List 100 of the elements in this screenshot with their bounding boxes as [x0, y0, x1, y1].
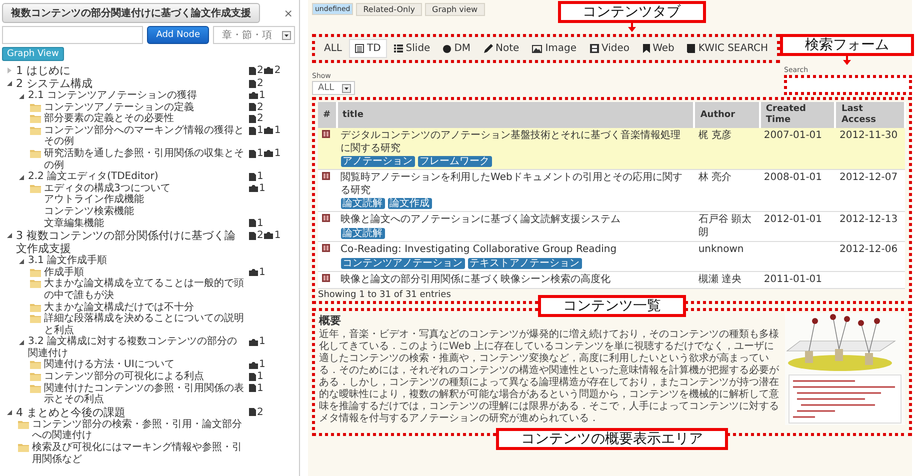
content-tab[interactable]: Web [636, 39, 680, 58]
document-count: 2 [257, 406, 264, 419]
tag-label: アノテーション [340, 156, 415, 167]
tree-item[interactable]: 関連付ける方法・UIについて [44, 359, 246, 372]
expand-arrow-icon[interactable] [18, 258, 25, 266]
content-tab[interactable]: Slide [388, 39, 436, 58]
tree-item[interactable]: 大まかな論文構成だけでは不十分 [44, 302, 246, 314]
content-title[interactable]: Co-Reading: Investigating Collaborative Group Reading [340, 244, 690, 256]
expand-arrow-icon[interactable] [18, 174, 25, 182]
date-cell: 2007-01-01 [764, 130, 822, 141]
camera-icon [264, 127, 274, 134]
expand-arrow-icon[interactable] [6, 408, 13, 416]
tree-item[interactable]: 詳細な段落構成を決めることについての説明と利点 [44, 313, 246, 336]
view-tab[interactable]: Graph view [425, 3, 485, 16]
tag-label: 論文読解 [340, 198, 385, 209]
entries-info: Showing 1 to 31 of 31 entries [318, 290, 452, 300]
photo-count: 1 [259, 266, 266, 278]
document-icon [354, 44, 364, 53]
content-tab[interactable]: TD [348, 39, 387, 58]
photo-count: 1 [259, 359, 266, 372]
date-cell: 2012-11-30 [839, 130, 898, 141]
content-tab[interactable]: Image [526, 39, 583, 58]
dropdown-icon [282, 30, 291, 40]
tree-item[interactable]: 2.2 論文エディタ(TDEditor) [28, 171, 246, 183]
document-count: 2 [257, 77, 264, 90]
folder-icon [30, 360, 41, 370]
tree-item[interactable]: 検索及び可視化にはマーキング情報や参照・引用関係など [32, 442, 246, 466]
node-input-field[interactable] [2, 26, 144, 44]
expand-arrow-icon[interactable] [6, 80, 13, 87]
tree-item[interactable]: コンテンツアノテーションの定義 [44, 102, 246, 114]
view-tab[interactable]: Related-Only [356, 3, 422, 16]
tag-label: テキストアノテーション [468, 258, 582, 268]
tree-item[interactable]: 3 複数コンテンツの部分関係付けに基づく論文作成支援 [16, 229, 246, 256]
document-icon [249, 150, 256, 158]
book-icon [322, 130, 330, 138]
date-cell: 2012-12-07 [839, 172, 898, 183]
tree-item[interactable]: 関連付けたコンテンツの参照・引用関係の表示とその利点 [44, 382, 246, 406]
search-field[interactable] [784, 75, 912, 95]
expand-arrow-icon[interactable] [18, 339, 25, 346]
tree-item[interactable]: 2.1 コンテンツアノテーションの獲得 [28, 90, 246, 102]
tree-item[interactable]: 作成手順 [44, 266, 246, 278]
folder-icon [30, 114, 41, 124]
summary-heading: 概要 [319, 313, 342, 328]
tree-item[interactable]: 1 はじめに [16, 64, 246, 77]
close-button[interactable]: × [282, 6, 295, 20]
content-tab[interactable]: Note [478, 39, 526, 58]
tree-item[interactable]: エディタの構成3つについて [44, 182, 246, 194]
folder-icon [30, 102, 41, 112]
camera-icon [249, 362, 258, 369]
expand-arrow-icon[interactable] [6, 232, 13, 240]
column-header[interactable]: # [318, 102, 337, 128]
content-title[interactable]: デジタルコンテンツのアノテーション基盤技術とそれに基づく音楽情報処理に関する研究 [340, 130, 690, 155]
tree-item[interactable]: 研究活動を通した参照・引用関係の収集とその例 [44, 148, 246, 172]
expand-arrow-icon[interactable] [18, 93, 25, 100]
tree-item[interactable]: コンテンツ検索機能 [44, 206, 246, 218]
tag-label: 論文読解 [340, 228, 385, 238]
column-header[interactable]: Author [694, 102, 760, 128]
column-header[interactable]: Created Time [760, 102, 836, 128]
content-tab[interactable]: DM [437, 39, 477, 58]
content-tab[interactable]: Video [584, 39, 636, 58]
show-select[interactable]: ALL [312, 81, 356, 95]
date-cell: 2011-01-01 [764, 274, 822, 284]
document-count: 1 [257, 171, 264, 183]
dropdown-icon [342, 84, 352, 92]
content-tab[interactable]: KWIC SEARCH [681, 39, 774, 58]
folder-icon [30, 268, 41, 277]
tree-item[interactable]: コンテンツ部分の可視化による利点 [44, 371, 246, 383]
content-tab[interactable]: ALL [318, 39, 348, 58]
author-cell: 梶 克彦 [698, 130, 732, 141]
tree-item[interactable]: 大まかな論文構成を立てることは一般的で頭の中で誰もが決 [44, 278, 246, 302]
tree-item[interactable]: 4 まとめと今後の課題 [16, 406, 246, 419]
tree-item[interactable]: アウトライン作成機能 [44, 194, 246, 206]
document-count: 1 [257, 382, 264, 394]
column-header[interactable]: title [336, 102, 694, 128]
photo-count: 1 [274, 148, 281, 160]
column-header[interactable]: Last Access [835, 102, 905, 128]
camera-icon [249, 92, 258, 100]
level-select[interactable]: 章・節・項 [213, 26, 295, 44]
date-cell: 2012-12-13 [839, 214, 898, 225]
folder-icon [30, 126, 41, 135]
tree-item[interactable]: 部分要素の定義とその必要性 [44, 113, 246, 125]
tree-item[interactable]: 2 システム構成 [16, 77, 246, 90]
tree-item[interactable]: 文章編集機能 [44, 218, 246, 230]
tree-item[interactable]: 3.2 論文構成に対する複数コンテンツの部分の関連付け [28, 336, 246, 360]
tree-item[interactable]: コンテンツ部分の検索・参照・引用・論文部分への関連付け [32, 418, 246, 442]
camera-icon [264, 150, 274, 158]
book-icon [322, 244, 330, 252]
date-cell: 2012-12-06 [839, 244, 898, 255]
folder-icon [30, 302, 41, 312]
content-title[interactable]: 閲覧時アノテーションを利用したWebドキュメントの引用とその応用に関する研究 [340, 172, 690, 197]
book-icon [687, 44, 696, 53]
tree-item[interactable]: 3.1 論文作成手順 [28, 255, 246, 267]
project-title-button[interactable]: 複数コンテンツの部分関連付けに基づく論文作成支援 [2, 3, 260, 23]
tree-item[interactable]: コンテンツ部分へのマーキング情報の獲得とその例 [44, 124, 246, 148]
folder-icon [18, 443, 29, 452]
content-title[interactable]: 映像と論文へのアノテーションに基づく論文読解支援システム [340, 214, 690, 226]
camera-icon [249, 185, 258, 192]
author-cell: 石戸谷 顕太朗 [698, 214, 752, 238]
add-node-button[interactable]: Add Node [147, 26, 209, 44]
author-cell: unknown [698, 244, 744, 255]
